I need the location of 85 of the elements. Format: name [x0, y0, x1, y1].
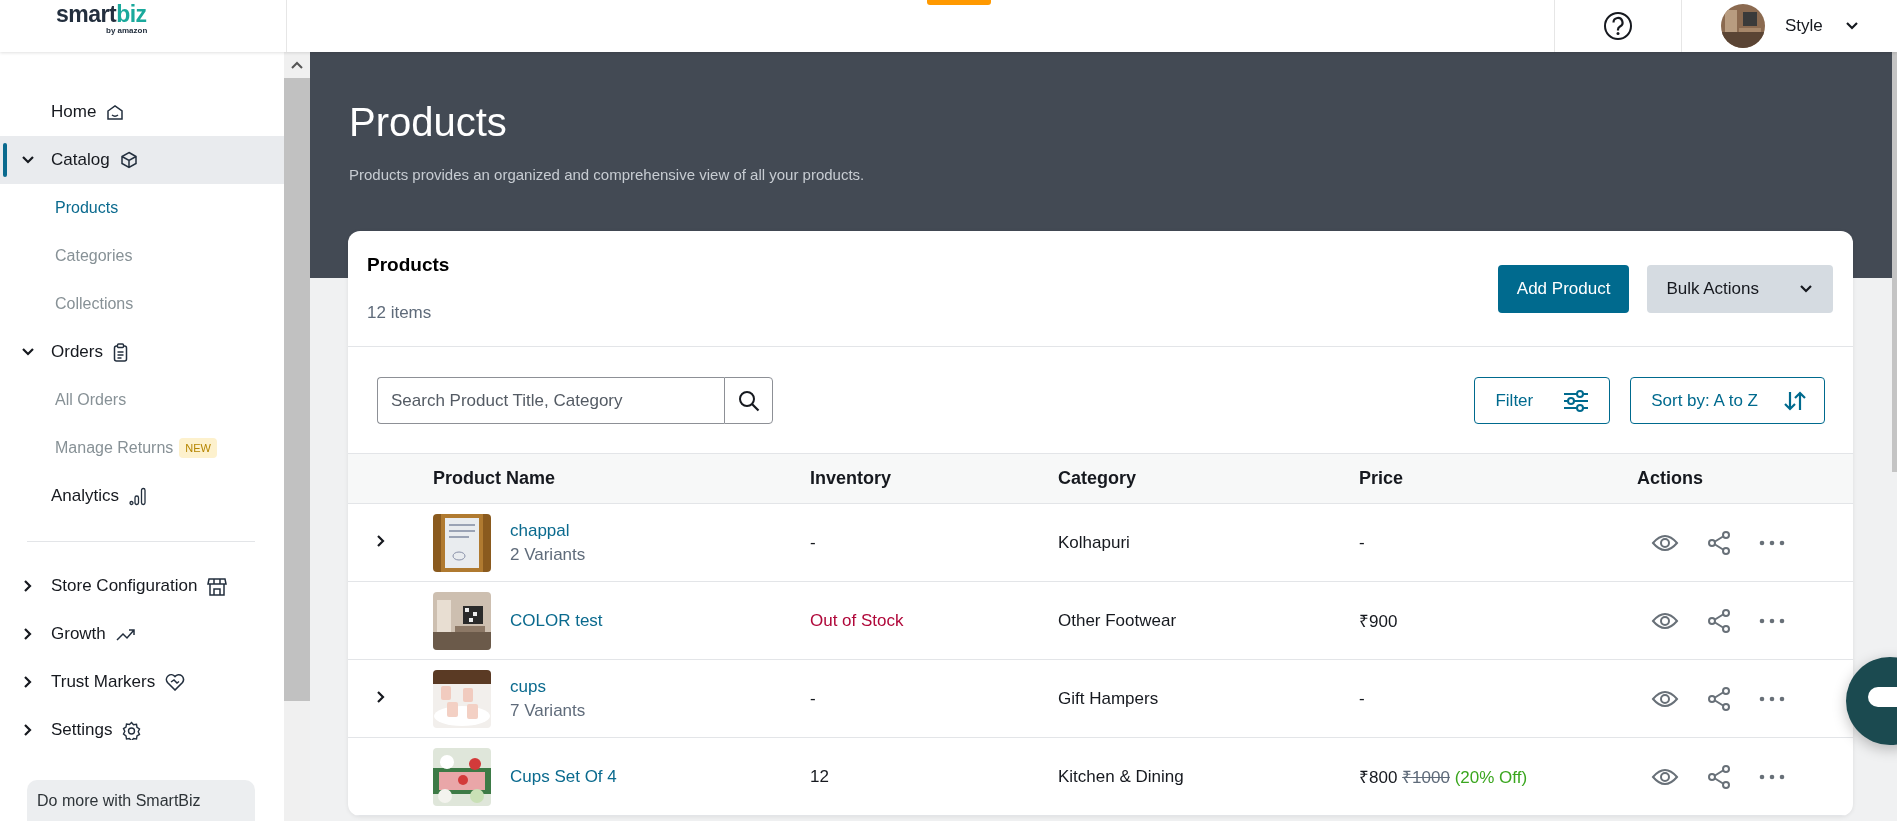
- nav-item[interactable]: Analytics: [0, 472, 284, 520]
- page-description: Products provides an organized and comprehensive view of all your products.: [349, 166, 866, 184]
- nav-item[interactable]: Trust Markers: [0, 658, 284, 706]
- card-title: Products: [367, 255, 450, 275]
- product-link[interactable]: cups: [510, 676, 810, 697]
- add-product-button[interactable]: Add Product: [1497, 265, 1630, 313]
- page-title: Products: [349, 100, 508, 144]
- chevron-right-icon[interactable]: [376, 689, 386, 704]
- sliders-icon: [1563, 389, 1590, 412]
- variant-count: 7 Variants: [510, 700, 587, 721]
- clipboard-icon: [112, 342, 128, 362]
- chevron-down-icon[interactable]: [1844, 21, 1859, 31]
- nav-subitem[interactable]: Products: [55, 199, 119, 217]
- share-icon[interactable]: [1707, 530, 1731, 555]
- more-icon[interactable]: [1759, 539, 1785, 546]
- home-icon: [106, 103, 125, 121]
- chevron-down-icon[interactable]: [21, 155, 35, 165]
- bulk-actions-button[interactable]: Bulk Actions: [1647, 265, 1833, 313]
- category-cell: Kolhapuri: [1058, 532, 1130, 552]
- chevron-right-icon[interactable]: [23, 723, 33, 737]
- eye-icon[interactable]: [1651, 766, 1679, 787]
- search-field[interactable]: Search Product Title, Category: [377, 377, 724, 424]
- filter-button[interactable]: Filter: [1474, 377, 1611, 424]
- column-header: Inventory: [810, 468, 893, 489]
- price-cell: -: [1359, 532, 1365, 552]
- column-header: Actions: [1637, 468, 1704, 489]
- price-cell: -: [1359, 688, 1365, 708]
- variant-count: 2 Variants: [510, 544, 587, 565]
- more-icon[interactable]: [1759, 617, 1785, 624]
- column-header: Price: [1359, 468, 1405, 489]
- inventory-cell: -: [810, 688, 816, 708]
- bar-chart-icon: [129, 486, 149, 506]
- new-badge: NEW: [179, 438, 217, 458]
- share-icon[interactable]: [1707, 608, 1731, 633]
- chevron-right-icon[interactable]: [376, 533, 386, 548]
- trend-up-icon: [115, 627, 136, 641]
- product-link[interactable]: COLOR test: [510, 610, 810, 631]
- more-icon[interactable]: [1759, 773, 1785, 780]
- eye-icon[interactable]: [1651, 688, 1679, 709]
- column-header: Category: [1058, 468, 1138, 489]
- nav-item[interactable]: Growth: [0, 610, 284, 658]
- category-cell: Kitchen & Dining: [1058, 766, 1184, 786]
- search-button[interactable]: [724, 377, 773, 424]
- help-icon[interactable]: [1603, 11, 1633, 41]
- product-link[interactable]: Cups Set Of 4: [510, 766, 810, 787]
- scrollbar-thumb[interactable]: [1892, 52, 1897, 472]
- inventory-cell: 12: [810, 766, 829, 786]
- nav-item[interactable]: Orders: [0, 328, 284, 376]
- logo-tagline: by amazon: [106, 26, 148, 35]
- inventory-cell: -: [810, 532, 816, 552]
- scrollbar-thumb[interactable]: [284, 78, 310, 701]
- settings-icon: [122, 720, 142, 740]
- sort-button[interactable]: Sort by: A to Z: [1630, 377, 1825, 424]
- product-link[interactable]: chappal: [510, 520, 810, 541]
- sort-arrows-icon: [1784, 390, 1806, 411]
- eye-icon[interactable]: [1651, 532, 1679, 553]
- share-icon[interactable]: [1707, 764, 1731, 789]
- item-count: 12 items: [367, 303, 433, 323]
- nav-item[interactable]: Catalog: [0, 136, 284, 184]
- scroll-up-icon[interactable]: [291, 61, 303, 69]
- more-icon[interactable]: [1759, 695, 1785, 702]
- chevron-right-icon[interactable]: [23, 579, 33, 593]
- nav-item[interactable]: Home: [0, 88, 284, 136]
- nav-item[interactable]: Store Configuration: [0, 562, 284, 610]
- user-menu-button[interactable]: Style: [1785, 16, 1859, 36]
- chevron-down-icon[interactable]: [1799, 284, 1813, 294]
- column-header: Product Name: [433, 468, 557, 489]
- search-icon: [737, 389, 760, 412]
- chevron-right-icon[interactable]: [23, 627, 33, 641]
- eye-icon[interactable]: [1651, 610, 1679, 631]
- heart-icon: [165, 673, 186, 691]
- logo-wordmark[interactable]: smartbiz: [56, 2, 147, 26]
- category-cell: Gift Hampers: [1058, 688, 1159, 708]
- chevron-down-icon[interactable]: [21, 347, 35, 357]
- promo-card[interactable]: Do more with SmartBiz: [27, 780, 255, 821]
- price-cell: ₹800 ₹1000 (20% Off): [1359, 768, 1528, 787]
- cube-icon: [119, 151, 138, 169]
- store-icon: [207, 576, 228, 596]
- tab-indicator: [927, 0, 991, 5]
- chevron-right-icon[interactable]: [23, 675, 33, 689]
- inventory-cell: Out of Stock: [810, 610, 904, 630]
- category-cell: Other Footwear: [1058, 610, 1177, 630]
- price-cell: ₹900: [1359, 612, 1398, 631]
- share-icon[interactable]: [1707, 686, 1731, 711]
- nav-item[interactable]: Settings: [0, 706, 284, 754]
